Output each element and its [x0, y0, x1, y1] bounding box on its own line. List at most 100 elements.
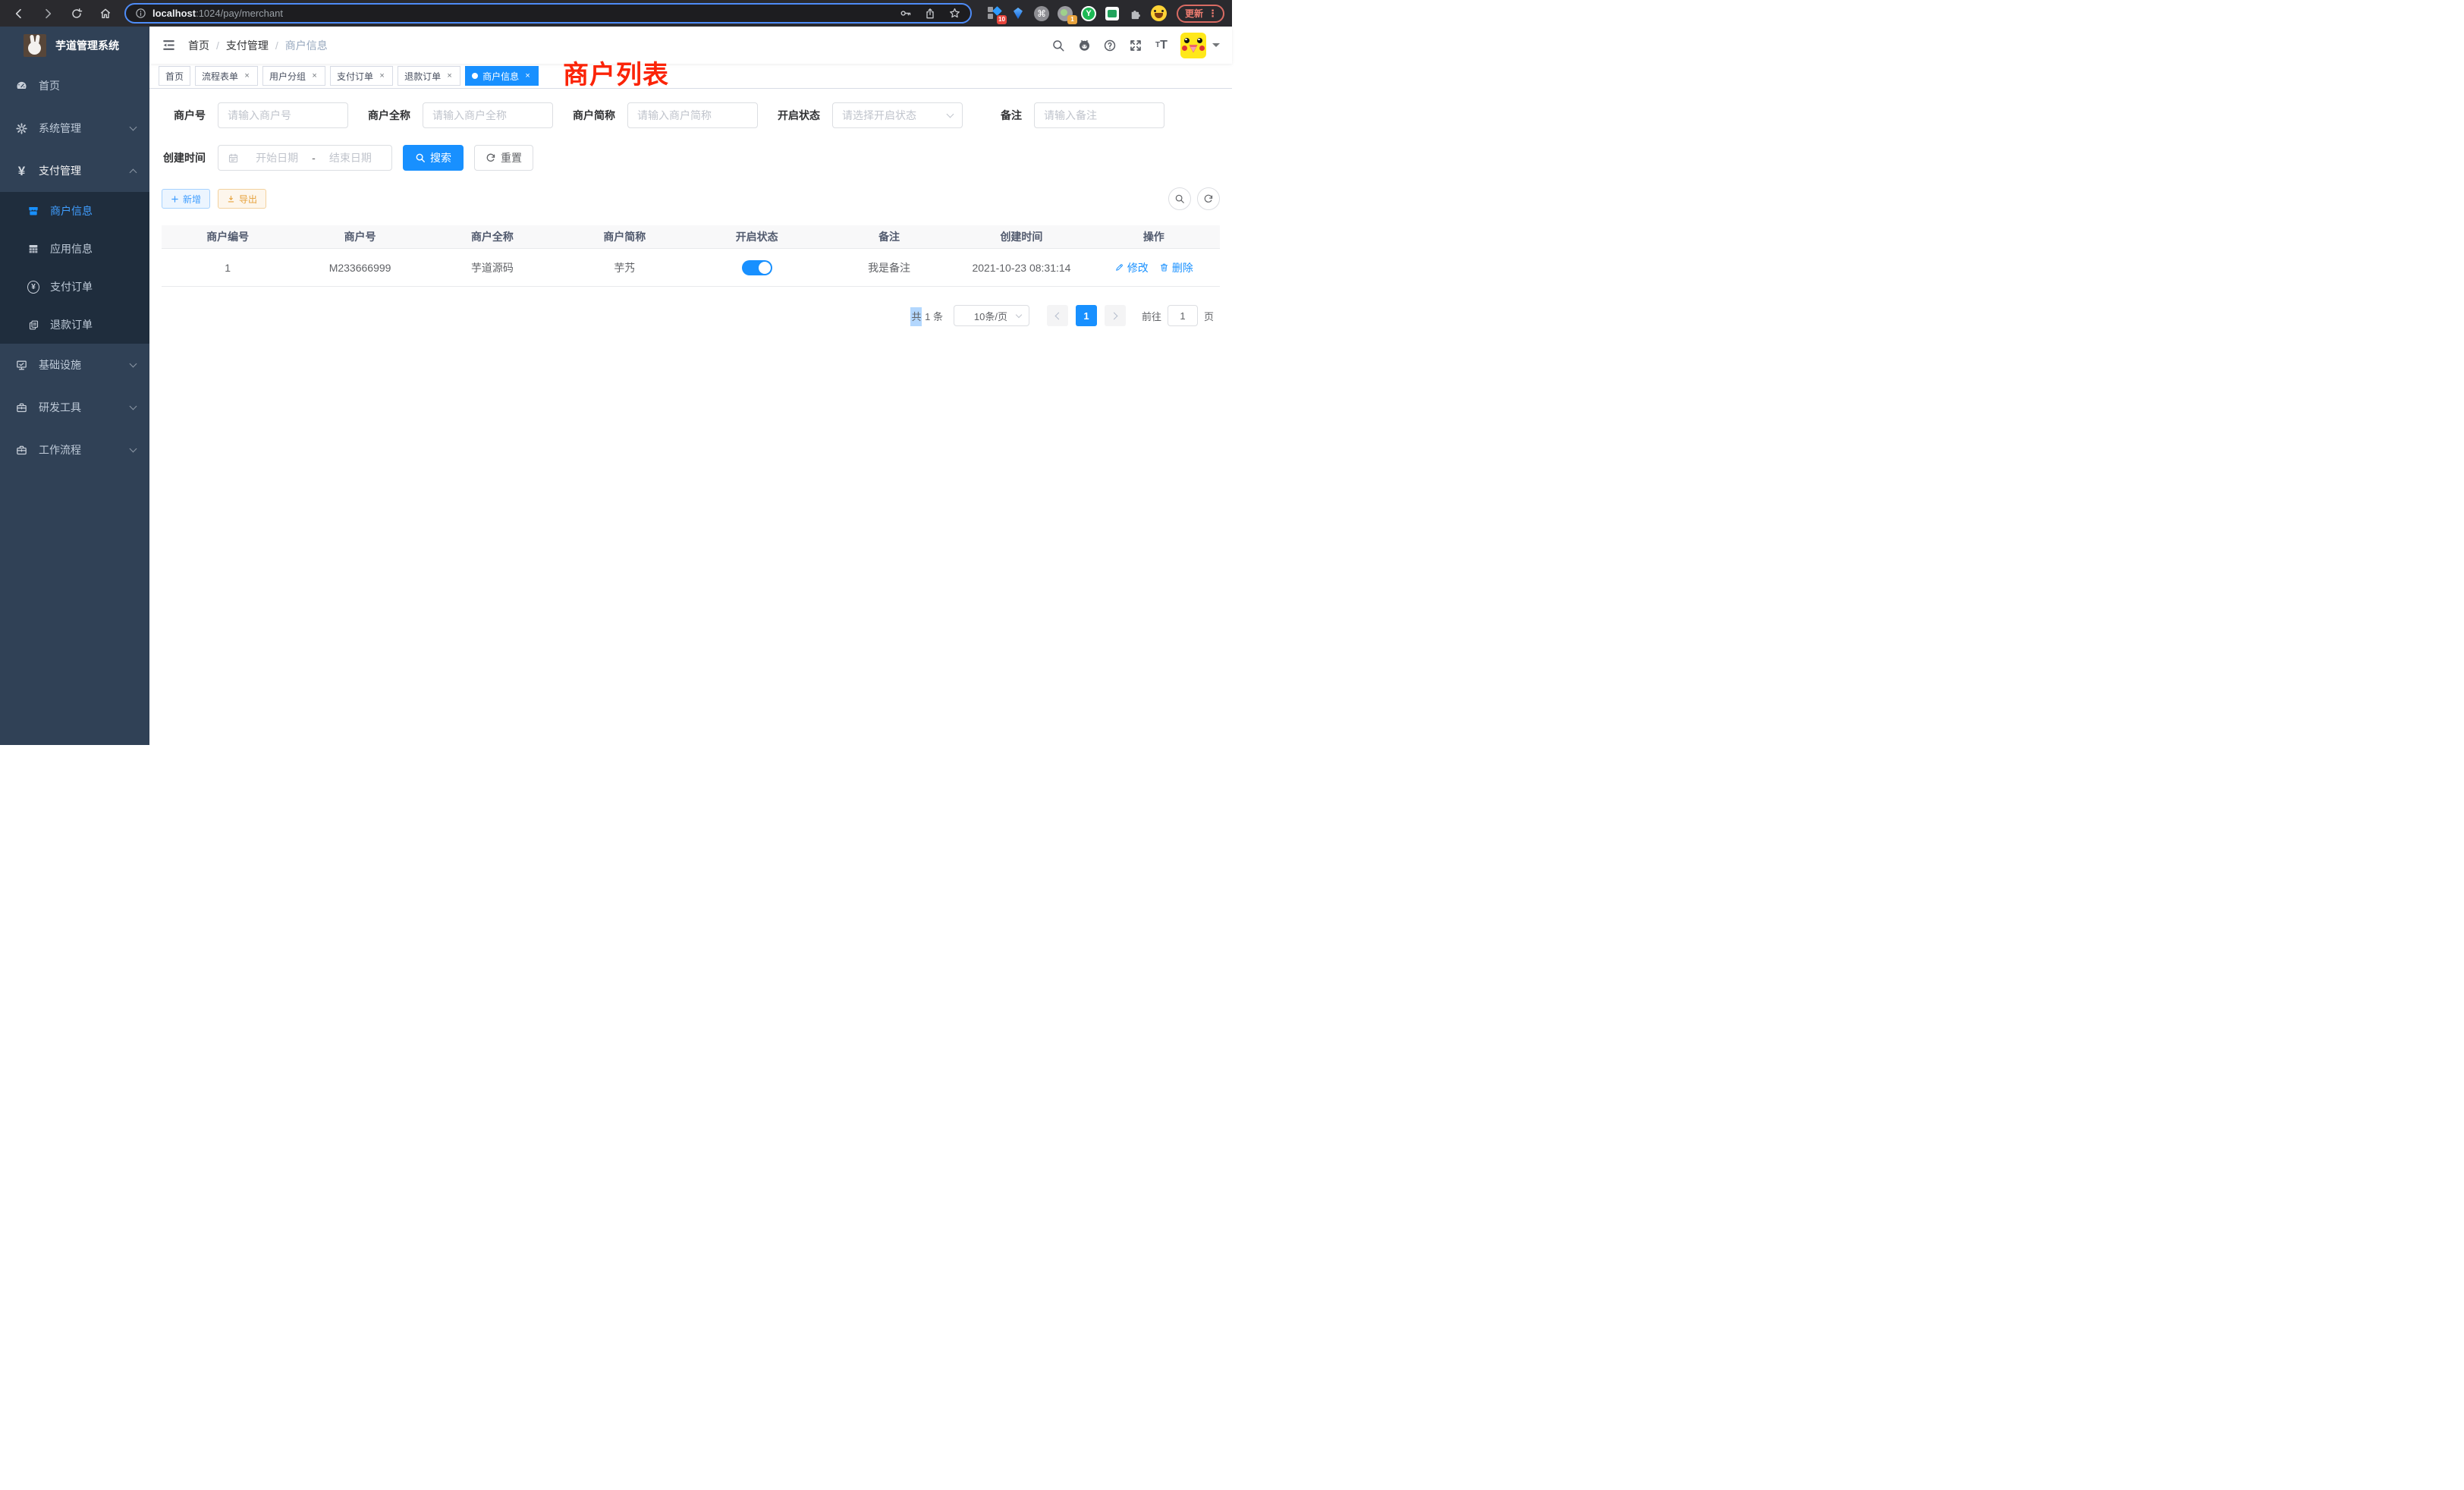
- browser-menu-icon[interactable]: ⋮: [1208, 8, 1218, 20]
- browser-back-icon[interactable]: [8, 3, 30, 24]
- show-search-toggle-button[interactable]: [1168, 187, 1191, 210]
- sidebar-item-home[interactable]: 首页: [0, 64, 149, 107]
- tab-merchant-info[interactable]: 商户信息: [465, 66, 539, 86]
- sidebar-fold-icon[interactable]: [162, 38, 176, 52]
- tag-view-tabs: 首页 流程表单 用户分组 支付订单 退款订单 商户信息: [149, 64, 1232, 89]
- add-button[interactable]: 新增: [162, 189, 210, 209]
- sidebar-item-refund-order[interactable]: 退款订单: [0, 306, 149, 344]
- start-date-placeholder: 开始日期: [245, 150, 309, 165]
- sidebar-submenu-payment: 商户信息 应用信息 ¥ 支付订单 退款订单: [0, 192, 149, 344]
- tab-user-group[interactable]: 用户分组: [262, 66, 325, 86]
- breadcrumb-payment[interactable]: 支付管理: [226, 38, 269, 53]
- sidebar-item-merchant-info[interactable]: 商户信息: [0, 192, 149, 230]
- user-avatar[interactable]: [1180, 33, 1206, 58]
- tab-close-icon[interactable]: [445, 71, 454, 80]
- sidebar-item-infrastructure[interactable]: 基础设施: [0, 344, 149, 386]
- tab-close-icon[interactable]: [310, 71, 319, 80]
- grid-table-icon: [27, 243, 39, 255]
- sidebar-item-label: 商户信息: [50, 203, 93, 218]
- sidebar-item-app-info[interactable]: 应用信息: [0, 230, 149, 268]
- sidebar-item-workflow[interactable]: 工作流程: [0, 429, 149, 471]
- browser-home-icon[interactable]: [94, 3, 117, 24]
- create-time-label: 创建时间: [162, 150, 206, 165]
- sidebar-item-system[interactable]: 系统管理: [0, 107, 149, 149]
- extension-badge: 1: [1067, 15, 1077, 24]
- browser-reload-icon[interactable]: [65, 3, 88, 24]
- tab-close-icon[interactable]: [523, 71, 532, 80]
- extension-chat-icon[interactable]: [1104, 5, 1120, 22]
- tab-close-icon[interactable]: [378, 71, 386, 80]
- sidebar-item-payment-order[interactable]: ¥ 支付订单: [0, 268, 149, 306]
- search-button[interactable]: 搜索: [403, 145, 464, 171]
- refresh-table-button[interactable]: [1197, 187, 1220, 210]
- header-search-icon[interactable]: [1047, 34, 1070, 57]
- edit-link[interactable]: 修改: [1114, 260, 1149, 275]
- extension-y-icon[interactable]: Y: [1080, 5, 1097, 22]
- storefront-icon: [27, 205, 39, 217]
- col-merchant-no: 商户号: [294, 225, 426, 248]
- app-logo-row[interactable]: 芋道管理系统: [0, 27, 149, 64]
- merchant-table: 商户编号 商户号 商户全称 商户简称 开启状态 备注 创建时间 操作 1 M23…: [162, 225, 1220, 287]
- font-size-icon[interactable]: TT: [1150, 34, 1173, 57]
- edit-pencil-icon: [1114, 262, 1124, 272]
- sidebar: 芋道管理系统 首页 系统管理 ¥ 支付管理 商户信息: [0, 27, 149, 745]
- pagination: 共 1 条 10条/页 1 前往 页: [162, 305, 1220, 326]
- yen-icon: ¥: [15, 165, 28, 178]
- col-merchant-id: 商户编号: [162, 225, 294, 248]
- goto-page-input[interactable]: [1168, 305, 1198, 326]
- cell-merchant-id: 1: [162, 262, 294, 274]
- page-size-select[interactable]: 10条/页: [954, 305, 1029, 326]
- short-name-input[interactable]: 请输入商户简称: [627, 102, 758, 128]
- goto-unit: 页: [1204, 309, 1214, 323]
- prev-page-button[interactable]: [1047, 305, 1068, 326]
- briefcase-icon: [15, 444, 28, 457]
- status-select[interactable]: 请选择开启状态: [832, 102, 963, 128]
- browser-forward-icon[interactable]: [36, 3, 59, 24]
- next-page-button[interactable]: [1105, 305, 1126, 326]
- browser-update-button[interactable]: 更新 ⋮: [1177, 5, 1224, 23]
- col-create-time: 创建时间: [955, 225, 1087, 248]
- site-info-icon[interactable]: [135, 8, 146, 19]
- breadcrumb-current: 商户信息: [285, 38, 328, 53]
- github-icon[interactable]: [1073, 34, 1095, 57]
- sidebar-item-dev-tools[interactable]: 研发工具: [0, 386, 149, 429]
- extensions-puzzle-icon[interactable]: [1127, 5, 1144, 22]
- bookmark-star-icon[interactable]: [948, 7, 961, 20]
- tab-home[interactable]: 首页: [159, 66, 190, 86]
- chevron-down-icon: [130, 403, 137, 410]
- breadcrumb-home[interactable]: 首页: [188, 38, 209, 53]
- sidebar-item-label: 支付管理: [39, 163, 130, 178]
- share-icon[interactable]: [924, 8, 936, 20]
- extension-blocks-icon[interactable]: 10: [986, 5, 1003, 22]
- page-content: 商户号 请输入商户号 商户全称 请输入商户全称 商户简称 请输入商户简称 开启状…: [149, 89, 1232, 745]
- dashboard-icon: [15, 80, 28, 93]
- extension-gem-icon[interactable]: [1010, 5, 1026, 22]
- export-button[interactable]: 导出: [218, 189, 266, 209]
- remark-input[interactable]: 请输入备注: [1034, 102, 1164, 128]
- page-number-1[interactable]: 1: [1076, 305, 1097, 326]
- tab-refund-order[interactable]: 退款订单: [398, 66, 460, 86]
- status-toggle[interactable]: [742, 260, 772, 275]
- create-time-range-picker[interactable]: 开始日期 - 结束日期: [218, 145, 392, 171]
- col-remark: 备注: [823, 225, 955, 248]
- browser-profile-avatar[interactable]: [1151, 5, 1168, 22]
- tab-close-icon[interactable]: [243, 71, 251, 80]
- sidebar-item-payment[interactable]: ¥ 支付管理: [0, 149, 149, 192]
- full-name-input[interactable]: 请输入商户全称: [423, 102, 553, 128]
- cell-remark: 我是备注: [823, 260, 955, 275]
- avatar-caret-icon[interactable]: [1212, 43, 1220, 51]
- delete-link[interactable]: 删除: [1159, 260, 1193, 275]
- col-status: 开启状态: [691, 225, 823, 248]
- address-bar[interactable]: localhost:1024/pay/merchant: [124, 3, 972, 24]
- table-header-row: 商户编号 商户号 商户全称 商户简称 开启状态 备注 创建时间 操作: [162, 225, 1220, 249]
- merchant-no-input[interactable]: 请输入商户号: [218, 102, 348, 128]
- extension-recorder-icon[interactable]: 1: [1057, 5, 1073, 22]
- tab-payment-order[interactable]: 支付订单: [330, 66, 393, 86]
- reset-button[interactable]: 重置: [474, 145, 533, 171]
- fullscreen-icon[interactable]: [1124, 34, 1147, 57]
- password-key-icon[interactable]: [899, 7, 912, 20]
- breadcrumb: 首页 支付管理 商户信息: [188, 38, 328, 53]
- tab-process-form[interactable]: 流程表单: [195, 66, 258, 86]
- extension-command-icon[interactable]: ⌘: [1033, 5, 1050, 22]
- help-icon[interactable]: [1098, 34, 1121, 57]
